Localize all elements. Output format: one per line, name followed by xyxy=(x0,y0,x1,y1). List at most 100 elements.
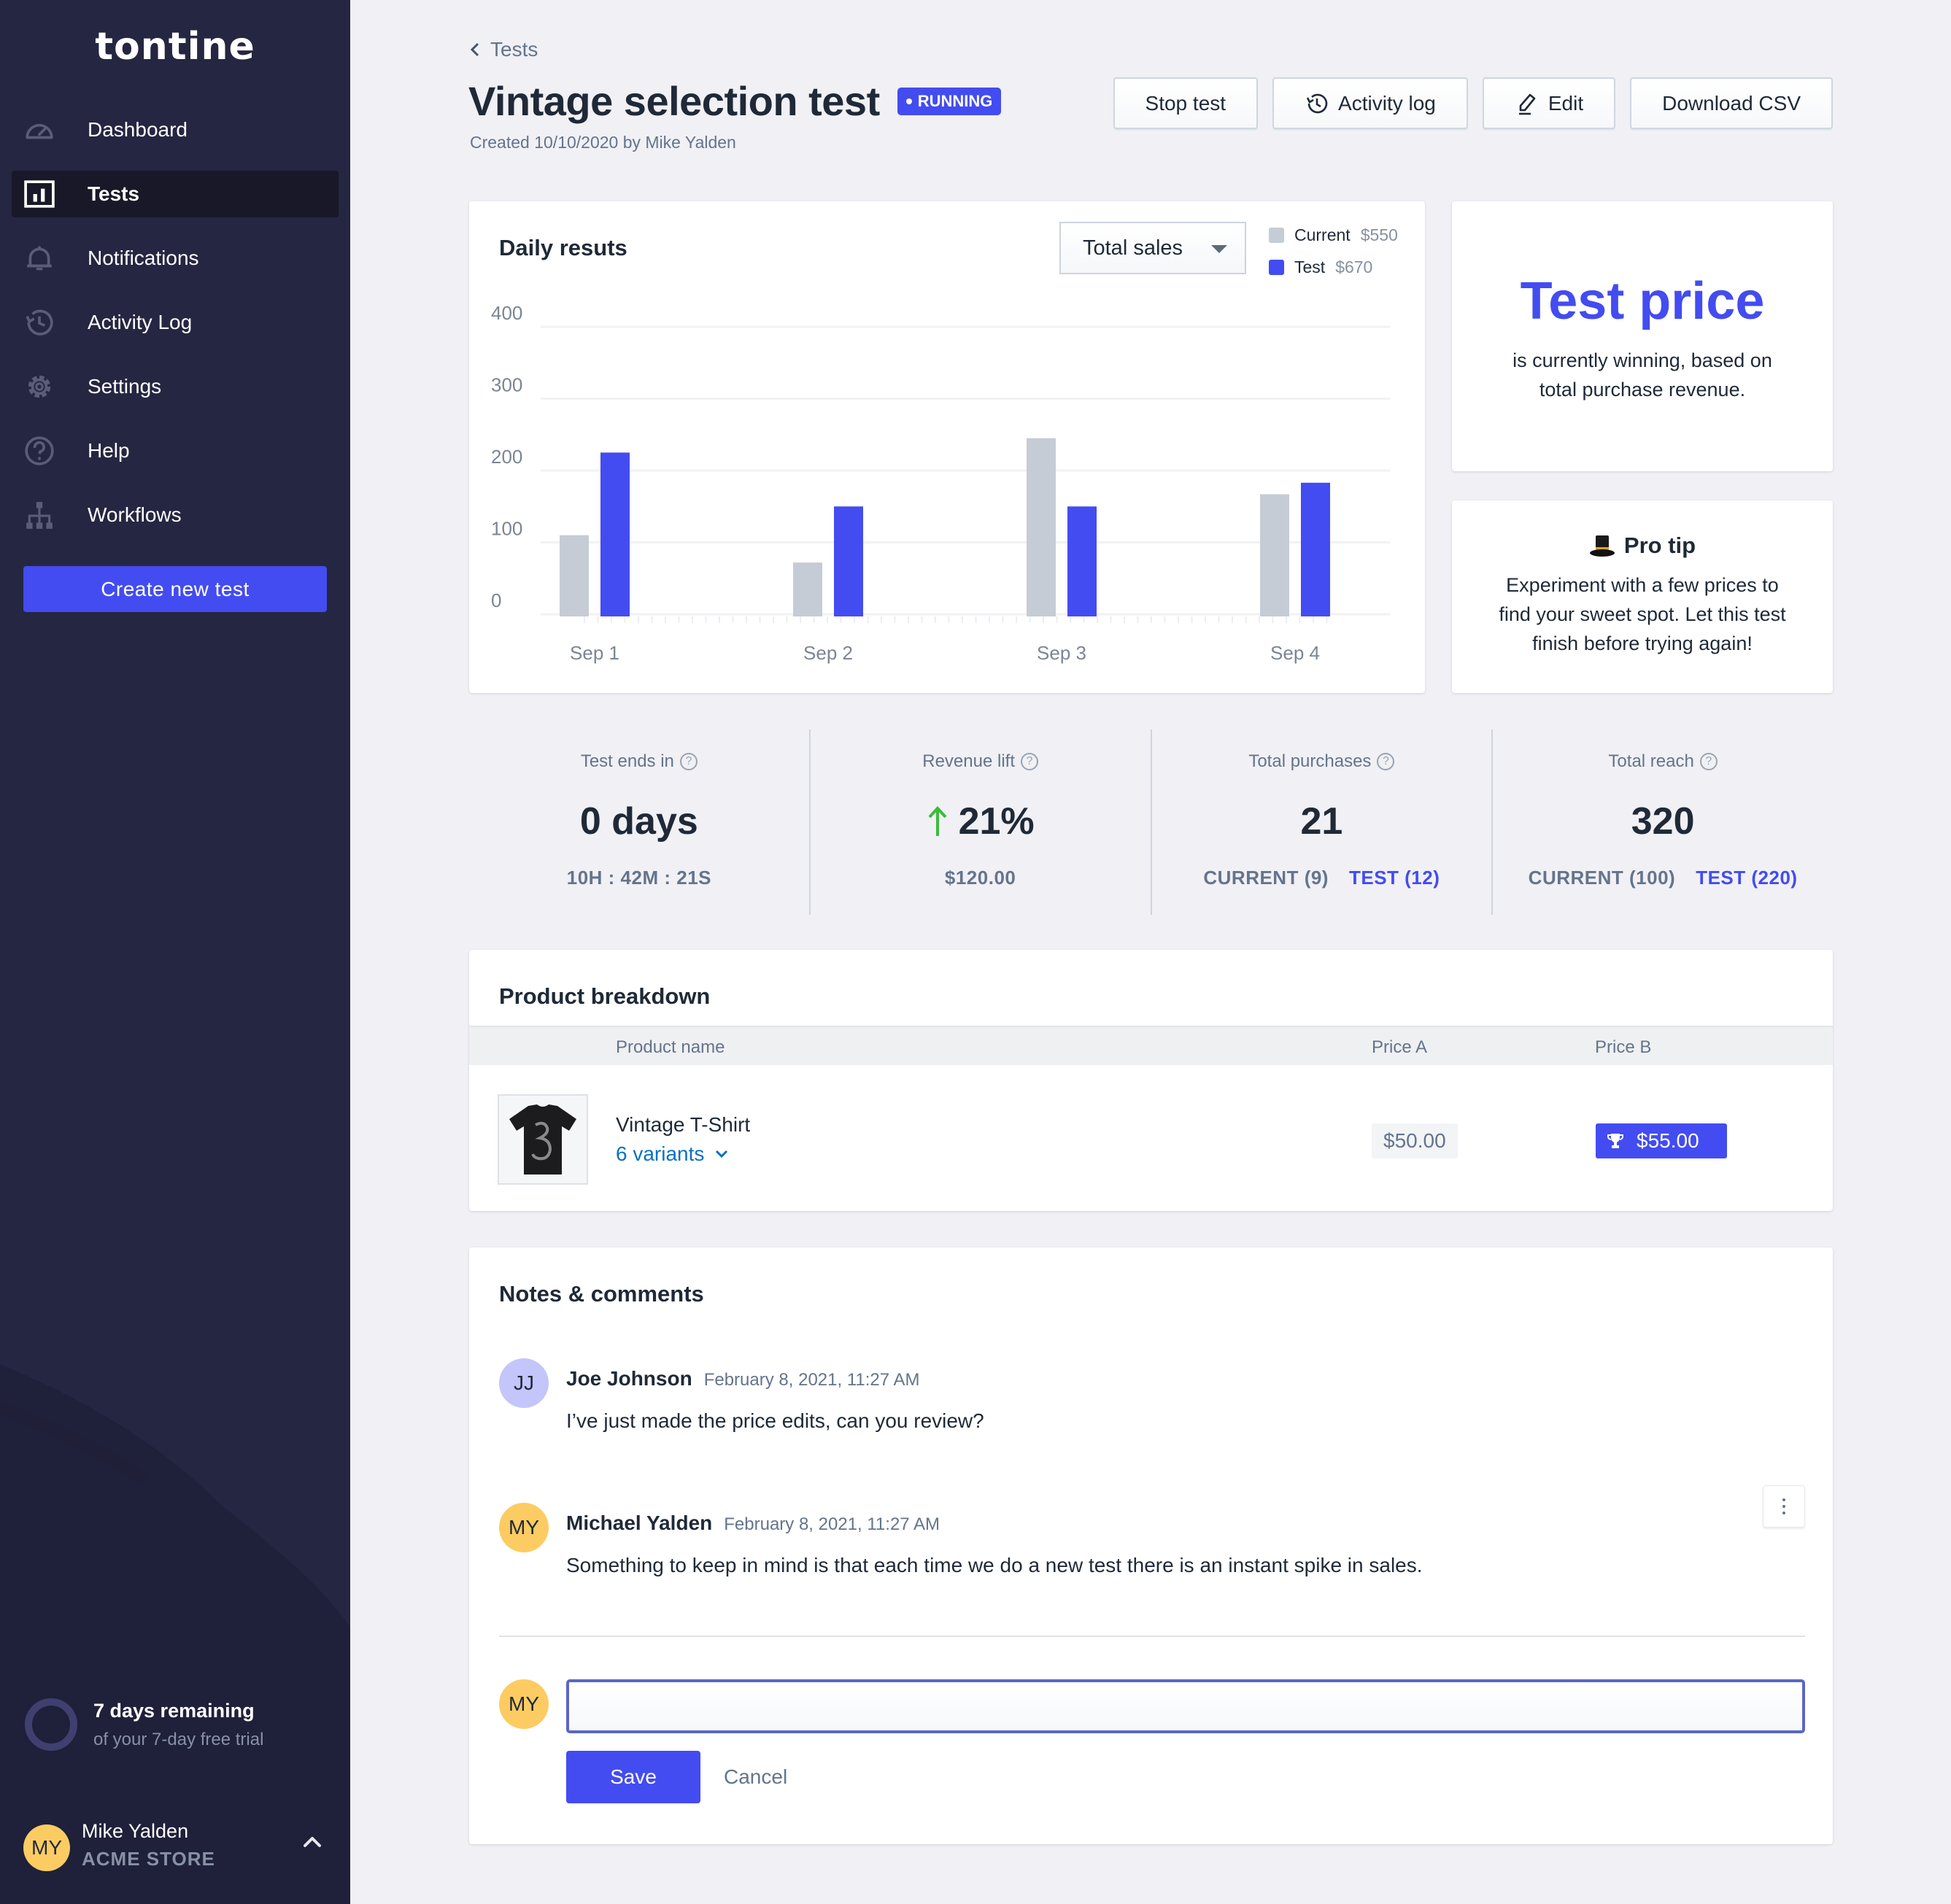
stop-test-label: Stop test xyxy=(1145,91,1226,115)
y-tick-label: 0 xyxy=(491,589,501,611)
created-meta: Created 10/10/2020 by Mike Yalden xyxy=(470,133,736,152)
price-b-value: $55.00 xyxy=(1637,1129,1699,1152)
sidebar-item-notifications[interactable]: Notifications xyxy=(12,235,339,282)
status-badge-label: RUNNING xyxy=(917,91,993,110)
sitemap-icon xyxy=(23,499,55,531)
x-tick-label: Sep 4 xyxy=(1270,642,1320,664)
table-header: Product name Price A Price B xyxy=(469,1026,1833,1065)
comment-input[interactable] xyxy=(566,1679,1805,1733)
breadcrumb[interactable]: Tests xyxy=(468,38,538,61)
sidebar-item-settings[interactable]: Settings xyxy=(12,363,339,410)
bar-current xyxy=(560,535,589,616)
comment-text: Something to keep in mind is that each t… xyxy=(566,1554,1423,1576)
column-header-price-b: Price B xyxy=(1595,1037,1652,1057)
y-tick-label: 400 xyxy=(491,302,522,324)
trophy-icon xyxy=(1607,1134,1623,1148)
stat-sub: CURRENT (100) TEST (220) xyxy=(1493,867,1833,889)
daily-results-card: 0 100 200 300 400 Sep 1 Sep 2 Sep 3 Sep 4 Daily … xyxy=(469,201,1425,693)
winner-text: is currently winning, based on total pur… xyxy=(1512,349,1772,400)
column-header-product: Product name xyxy=(616,1037,725,1057)
sidebar-item-help[interactable]: Help xyxy=(12,427,339,474)
trial-subtitle: of your 7-day free trial xyxy=(93,1729,264,1749)
product-thumbnail xyxy=(498,1094,588,1185)
pro-tip-title: Pro tip xyxy=(1452,533,1833,559)
sidebar-item-label: Activity Log xyxy=(88,311,193,333)
title-row: Vintage selection test RUNNING xyxy=(468,77,1002,125)
header-actions: Stop test Activity log Edit Download CSV xyxy=(1113,77,1833,129)
sidebar-item-label: Dashboard xyxy=(88,118,188,141)
comment-timestamp: February 8, 2021, 11:27 AM xyxy=(703,1370,920,1390)
cancel-comment-button[interactable]: Cancel xyxy=(724,1751,787,1803)
stat-label: Total purchases? xyxy=(1152,751,1492,772)
chart-legend: Current $550 Test $670 xyxy=(1269,219,1398,283)
legend-swatch-current xyxy=(1269,227,1284,243)
help-icon[interactable]: ? xyxy=(679,753,698,770)
page-title: Vintage selection test xyxy=(468,78,880,124)
stat-test-ends: Test ends in? 0 days 10H : 42M : 21S xyxy=(469,730,811,915)
table-row: Vintage T-Shirt 6 variants $50.00 $55.00 xyxy=(469,1065,1833,1211)
help-icon[interactable]: ? xyxy=(1699,753,1718,770)
sidebar-item-tests[interactable]: Tests xyxy=(12,171,339,217)
activity-log-label: Activity log xyxy=(1338,91,1436,115)
comment-header: Joe Johnson February 8, 2021, 11:27 AM xyxy=(566,1367,919,1390)
stat-test: TEST (12) xyxy=(1348,867,1440,889)
sidebar-item-activity-log[interactable]: Activity Log xyxy=(12,299,339,346)
product-breakdown-card: Product breakdown Product name Price A P… xyxy=(469,950,1833,1211)
sidebar-item-dashboard[interactable]: Dashboard xyxy=(12,107,339,153)
winner-card: Test price is currently winning, based o… xyxy=(1452,201,1833,471)
stat-value: 21% xyxy=(811,800,1151,843)
legend-label: Test xyxy=(1294,257,1326,276)
chart-title: Daily resuts xyxy=(499,235,627,260)
trial-status: 7 days remaining of your 7-day free tria… xyxy=(25,1698,263,1751)
stat-label: Test ends in? xyxy=(469,751,809,772)
metric-select-value: Total sales xyxy=(1083,236,1183,260)
download-csv-button[interactable]: Download CSV xyxy=(1630,77,1833,129)
user-avatar: MY xyxy=(23,1824,70,1871)
stat-label-text: Test ends in xyxy=(580,751,674,771)
stat-value: 0 days xyxy=(579,800,698,843)
help-icon[interactable]: ? xyxy=(1377,753,1395,770)
sidebar-item-label: Notifications xyxy=(88,247,199,269)
save-comment-button[interactable]: Save xyxy=(566,1751,700,1803)
price-a: $50.00 xyxy=(1372,1123,1458,1158)
pro-tip-card: Pro tip Experiment with a few prices to … xyxy=(1452,500,1833,693)
comment-more-button[interactable] xyxy=(1763,1485,1805,1528)
stop-test-button[interactable]: Stop test xyxy=(1113,77,1259,129)
arrow-up-icon xyxy=(928,806,947,836)
create-new-test-button[interactable]: Create new test xyxy=(23,566,327,612)
stat-current: CURRENT (100) xyxy=(1528,867,1676,889)
variants-toggle[interactable]: 6 variants xyxy=(616,1142,729,1166)
sidebar-nav: Dashboard Tests Notifications Activity L… xyxy=(12,107,339,556)
bar-test xyxy=(1301,482,1330,616)
stat-value: 320 xyxy=(1631,800,1695,843)
avatar: MY xyxy=(499,1503,549,1552)
avatar: JJ xyxy=(499,1358,549,1408)
help-icon[interactable]: ? xyxy=(1021,753,1038,770)
top-hat-icon xyxy=(1589,535,1615,557)
trial-days-remaining: 7 days remaining xyxy=(93,1699,255,1722)
activity-log-button[interactable]: Activity log xyxy=(1272,77,1468,129)
divider xyxy=(499,1636,1805,1637)
edit-button[interactable]: Edit xyxy=(1482,77,1616,129)
y-tick-label: 200 xyxy=(491,446,522,468)
caret-down-icon xyxy=(1211,245,1227,253)
user-menu[interactable]: MY Mike Yalden ACME STORE xyxy=(0,1787,350,1904)
bar-test xyxy=(1067,506,1097,616)
chevron-down-icon xyxy=(716,1150,728,1158)
dashboard-gauge-icon xyxy=(23,114,55,146)
metric-select[interactable]: Total sales xyxy=(1059,222,1246,274)
stat-total-purchases: Total purchases? 21 CURRENT (9) TEST (12) xyxy=(1152,730,1494,915)
stat-revenue-lift: Revenue lift? 21% $120.00 xyxy=(811,730,1152,915)
trial-progress-ring xyxy=(25,1698,77,1751)
sidebar-item-label: Help xyxy=(88,439,130,462)
app-logo[interactable]: tontine xyxy=(0,25,350,69)
product-name: Vintage T-Shirt xyxy=(616,1113,751,1136)
section-title: Product breakdown xyxy=(499,983,711,1009)
stat-sub: CURRENT (9) TEST (12) xyxy=(1152,867,1492,889)
sidebar-item-label: Settings xyxy=(88,375,162,398)
column-header-price-a: Price A xyxy=(1372,1037,1428,1057)
chevron-up-icon[interactable] xyxy=(301,1830,324,1854)
breadcrumb-link-tests[interactable]: Tests xyxy=(490,38,538,61)
sidebar-item-workflows[interactable]: Workflows xyxy=(12,492,339,538)
y-tick-label: 300 xyxy=(491,374,522,396)
